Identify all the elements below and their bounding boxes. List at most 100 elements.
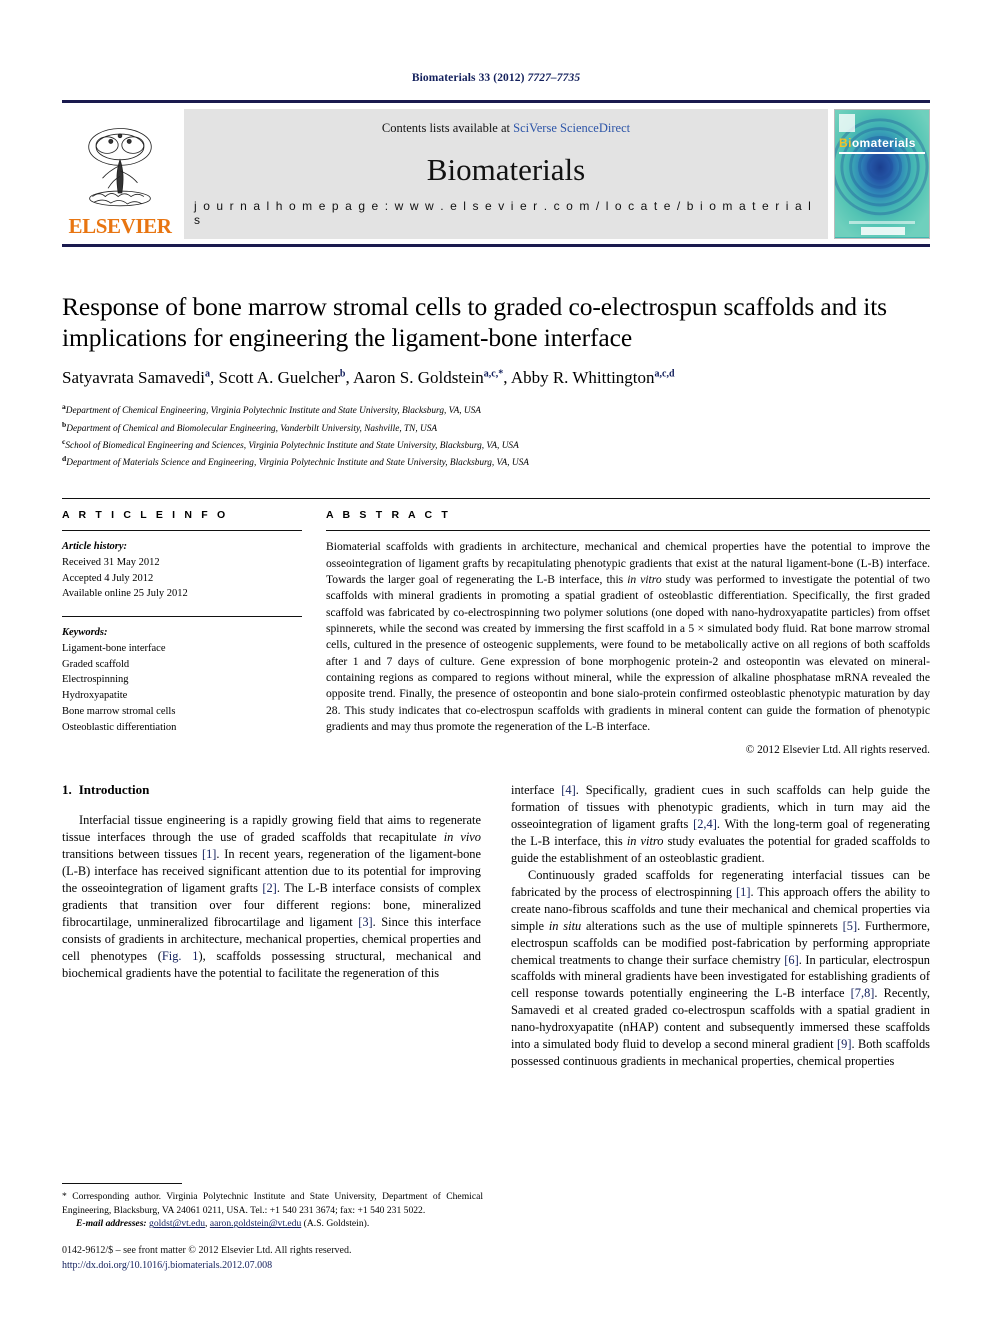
author-name: Abby R. Whittington: [510, 368, 655, 388]
citation-ref[interactable]: [7,8]: [851, 986, 875, 1000]
elsevier-tree-icon: [88, 128, 152, 207]
section-title-introduction: 1. Introduction: [62, 782, 481, 798]
keyword: Electrospinning: [62, 674, 129, 686]
author-name: Aaron S. Goldstein: [353, 368, 484, 388]
citation-ref[interactable]: [1]: [736, 885, 750, 899]
contents-prefix: Contents lists available at: [381, 121, 514, 135]
elsevier-logo: ELSEVIER: [62, 109, 178, 239]
author: Satyavrata Samavedia: [62, 368, 210, 387]
journal-masthead: ELSEVIER Contents lists available at Sci…: [62, 100, 930, 247]
elsevier-wordmark: ELSEVIER: [68, 214, 172, 238]
citation-ref[interactable]: [2]: [262, 881, 276, 895]
abstract-copyright: © 2012 Elsevier Ltd. All rights reserved…: [745, 744, 930, 757]
citation-ref[interactable]: [9]: [837, 1037, 851, 1051]
cover-journal-name: Biomaterials: [839, 136, 916, 150]
keyword: Graded scaffold: [62, 658, 130, 670]
article-history-received: Received 31 May 2012: [62, 556, 160, 568]
article-history-label: Article history:: [62, 541, 128, 553]
cover-name-bi: Bi: [839, 136, 852, 150]
sciencedirect-link[interactable]: SciVerse ScienceDirect: [513, 121, 630, 135]
email-label: E-mail addresses:: [76, 1218, 147, 1230]
author-marks: b: [339, 368, 346, 380]
contents-list-line: Contents lists available at SciVerse Sci…: [382, 121, 630, 136]
journal-band: Contents lists available at SciVerse Sci…: [184, 109, 828, 239]
text-italic-invitro: in vitro: [626, 834, 664, 849]
text-run: interface: [511, 783, 562, 798]
cover-footer-rule: [849, 221, 915, 224]
text-run: Interfacial tissue engineering is a rapi…: [62, 813, 481, 845]
cover-name-rest: omaterials: [851, 136, 916, 150]
divider: [326, 530, 930, 532]
cover-footer-block: [861, 227, 905, 235]
text-italic-insitu: in situ: [548, 918, 582, 933]
footnote-divider: [62, 1183, 182, 1185]
cover-elsevier-mark: [839, 114, 855, 132]
text-run: alterations such as the use of multiple …: [581, 918, 843, 933]
citation-ref[interactable]: [4]: [561, 783, 575, 797]
divider: [62, 530, 302, 532]
author: Aaron S. Goldsteina,c,*: [353, 368, 503, 387]
divider: [62, 616, 302, 618]
journal-title: Biomaterials: [426, 152, 586, 187]
section-label: Introduction: [78, 782, 150, 798]
imprint-block: 0142-9612/$ – see front matter © 2012 El…: [62, 1244, 492, 1273]
email-tail: (A.S. Goldstein).: [301, 1218, 370, 1230]
author-list: Satyavrata Samavedia, Scott A. Guelcherb…: [62, 368, 675, 388]
running-head: Biomaterials 33 (2012) 7727–7735: [62, 0, 930, 84]
intro-paragraph-right-2: Continuously graded scaffolds for regene…: [511, 867, 930, 1070]
article-info-column: A R T I C L E I N F O Article history: R…: [62, 509, 302, 756]
author-name: Satyavrata Samavedi: [62, 368, 206, 388]
footnote-block: * Corresponding author. Virginia Polytec…: [62, 1183, 483, 1231]
author-marks: a: [205, 368, 211, 380]
citation-ref[interactable]: [2,4]: [693, 817, 717, 831]
journal-cover-thumbnail: Biomaterials: [834, 109, 930, 239]
keyword: Osteoblastic differentiation: [62, 721, 177, 733]
article-info-heading: A R T I C L E I N F O: [62, 509, 229, 522]
journal-homepage[interactable]: j o u r n a l h o m e p a g e : w w w . …: [194, 199, 818, 227]
affiliation-text: Department of Chemical Engineering, Virg…: [65, 406, 481, 417]
body-columns: 1. Introduction Interfacial tissue engine…: [62, 782, 930, 1070]
keywords-label: Keywords:: [62, 627, 108, 639]
page-title: Response of bone marrow stromal cells to…: [62, 292, 888, 353]
running-head-pages: 7727–7735: [527, 72, 581, 84]
intro-paragraph-left: Interfacial tissue engineering is a rapi…: [62, 812, 481, 981]
keyword: Hydroxyapatite: [62, 690, 128, 702]
text-italic-invivo: in vivo: [443, 830, 481, 845]
citation-ref[interactable]: [5]: [843, 919, 857, 933]
author-marks: a,c,*: [483, 368, 504, 380]
citation-ref[interactable]: [3]: [358, 915, 372, 929]
abstract-text: Biomaterial scaffolds with gradients in …: [326, 539, 930, 735]
citation-ref[interactable]: [1]: [202, 847, 216, 861]
keyword: Ligament-bone interface: [62, 642, 166, 654]
body-column-right: interface [4]. Specifically, gradient cu…: [511, 782, 930, 1070]
issn-frontmatter-line: 0142-9612/$ – see front matter © 2012 El…: [62, 1245, 352, 1256]
journal-article-first-page: Biomaterials 33 (2012) 7727–7735 ELSEVIE…: [0, 0, 992, 1323]
author-marks: a,c,d: [654, 368, 675, 380]
email-link-primary[interactable]: goldst@vt.edu: [149, 1218, 205, 1229]
intro-paragraph-right-1: interface [4]. Specifically, gradient cu…: [511, 782, 930, 867]
affiliation: dDepartment of Materials Science and Eng…: [62, 453, 930, 470]
abstract-column: A B S T R A C T Biomaterial scaffolds wi…: [326, 509, 930, 756]
email-link-secondary[interactable]: aaron.goldstein@vt.edu: [210, 1218, 301, 1229]
affiliation-text: Department of Materials Science and Engi…: [66, 458, 529, 469]
figure-ref[interactable]: Fig. 1: [162, 949, 199, 963]
article-history-accepted: Accepted 4 July 2012: [62, 572, 154, 584]
running-head-journal: Biomaterials 33 (2012): [411, 72, 525, 84]
doi-link[interactable]: http://dx.doi.org/10.1016/j.biomaterials…: [62, 1259, 492, 1274]
citation-ref[interactable]: [6]: [784, 953, 798, 967]
email-note: E-mail addresses: goldst@vt.edu, aaron.g…: [76, 1218, 370, 1230]
abstract-part2: study was performed to investigate the p…: [326, 572, 930, 733]
article-history-online: Available online 25 July 2012: [62, 588, 188, 600]
cover-rule: [839, 152, 925, 154]
abstract-italic-invitro: in vitro: [627, 572, 662, 586]
author: Abby R. Whittingtona,c,d: [511, 368, 675, 387]
affiliation: aDepartment of Chemical Engineering, Vir…: [62, 401, 930, 418]
body-column-left: 1. Introduction Interfacial tissue engine…: [62, 782, 481, 1070]
author: Scott A. Guelcherb: [219, 368, 346, 387]
affiliation-list: aDepartment of Chemical Engineering, Vir…: [62, 401, 930, 470]
affiliation: cSchool of Biomedical Engineering and Sc…: [62, 436, 930, 453]
corresponding-author-note: * Corresponding author. Virginia Polytec…: [62, 1191, 483, 1216]
title-block: Response of bone marrow stromal cells to…: [62, 291, 930, 470]
author-name: Scott A. Guelcher: [218, 368, 340, 388]
keyword: Bone marrow stromal cells: [62, 705, 176, 717]
